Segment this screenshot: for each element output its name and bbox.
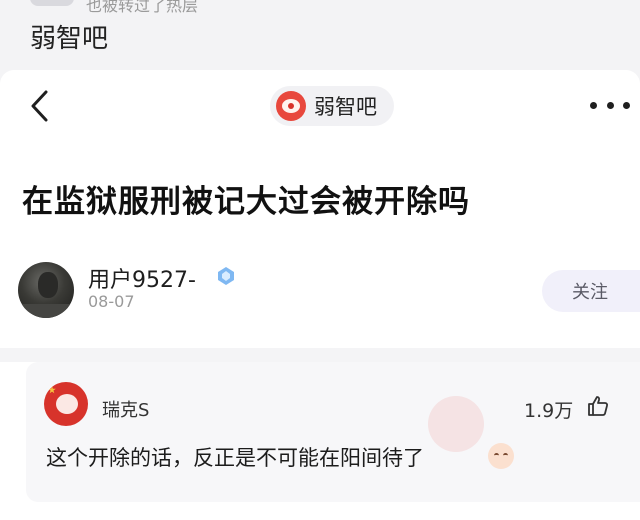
comment-text: 这个开除的话，反正是不可能在阳间待了 [46,446,424,470]
author-name[interactable]: 用户9527- [88,262,196,294]
like-count: 1.9万 [524,400,574,422]
chevron-left-icon[interactable] [28,88,52,124]
commenter-avatar[interactable] [44,382,88,426]
post-date: 08-07 [88,292,135,311]
top-cut-text: 也被转过了热层 [86,0,199,15]
dot-icon [623,102,630,109]
smiling-face-icon [488,443,514,469]
forum-heading: 弱智吧 [30,24,109,54]
forum-pill[interactable]: 弱智吧 [270,86,394,126]
forum-logo-icon [276,91,306,121]
diamond-badge-icon [216,266,236,286]
forum-name: 弱智吧 [314,95,377,119]
post-title: 在监狱服刑被记大过会被开除吗 [22,184,470,220]
author-avatar[interactable] [18,262,74,318]
thumbs-up-icon[interactable] [586,394,610,418]
comment-card [26,362,640,502]
commenter-name[interactable]: 瑞克S [102,396,149,422]
follow-button[interactable]: 关注 [542,270,640,312]
section-divider [0,348,640,362]
watermark-icon [428,396,484,452]
top-cut-icon [30,0,74,6]
more-dots-icon[interactable] [590,102,630,110]
dot-icon [606,102,614,109]
dot-icon [590,102,597,109]
